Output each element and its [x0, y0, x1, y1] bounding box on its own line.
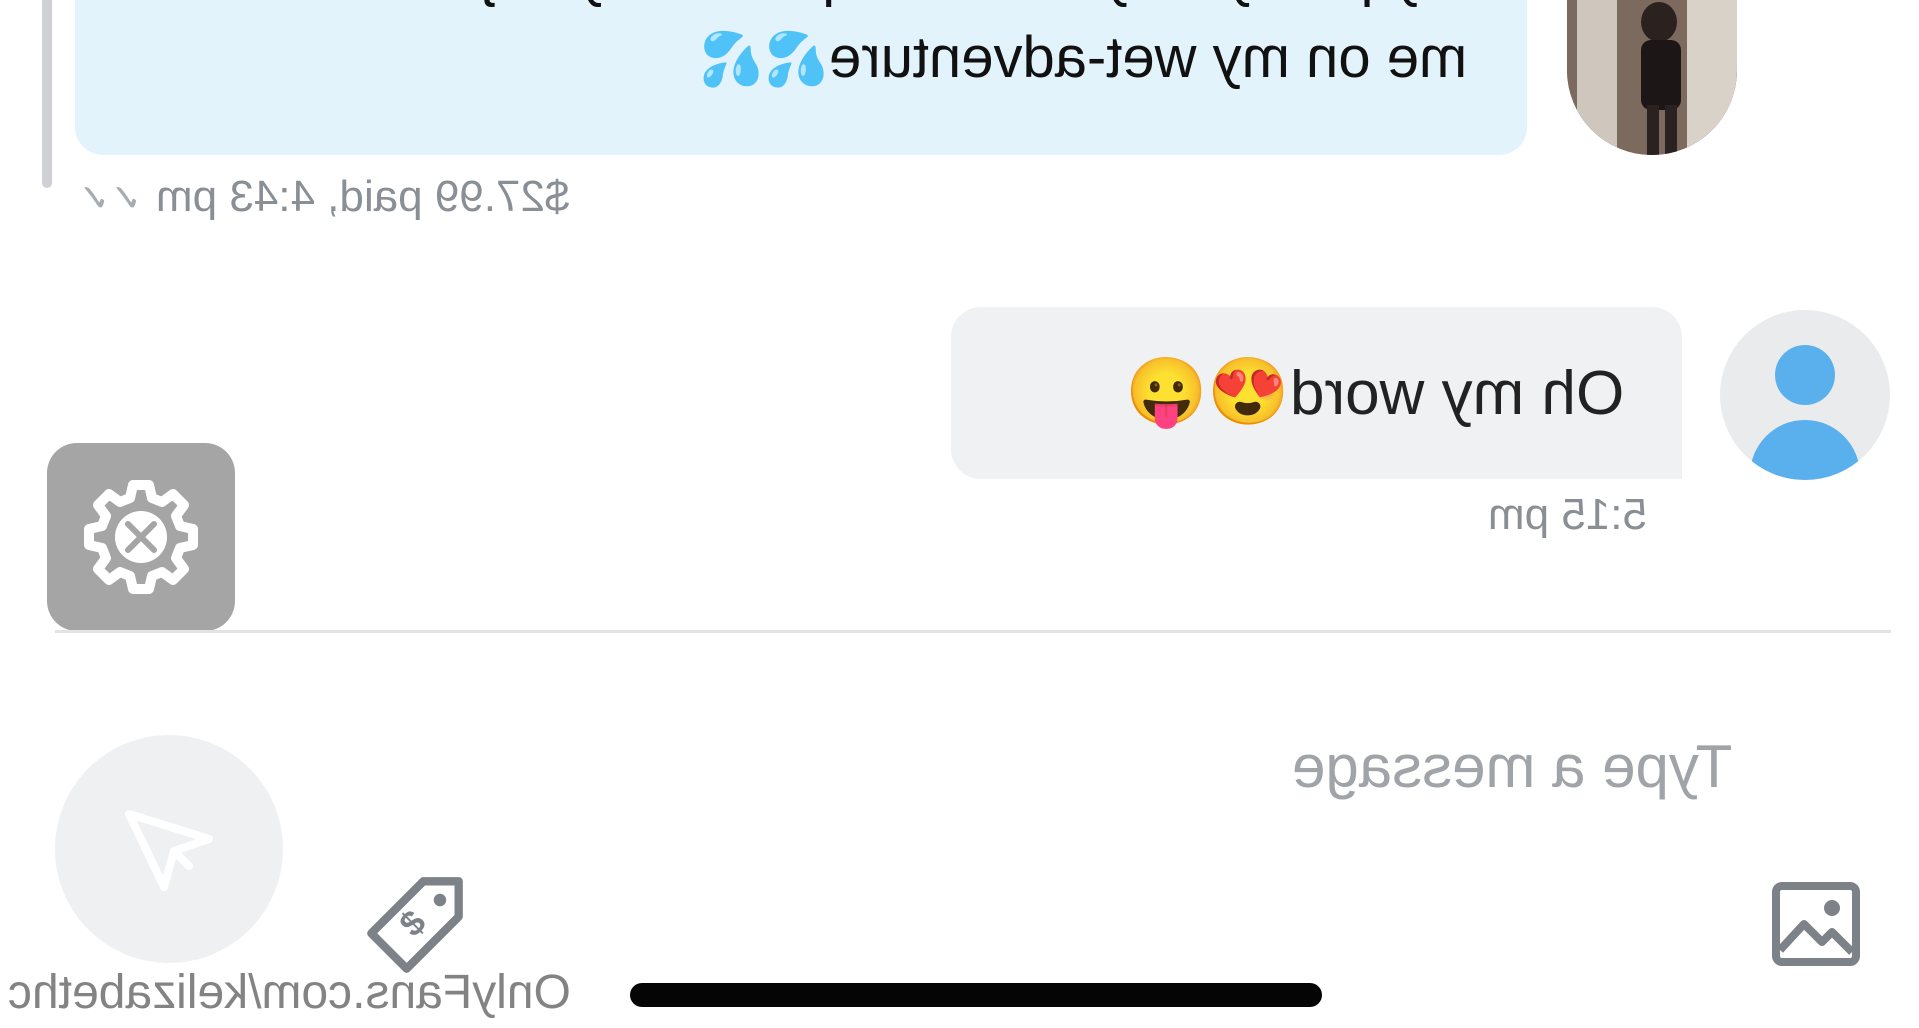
- paid-message-meta: ✓✓ $27.99 paid, 4:43 pm: [78, 172, 570, 221]
- image-icon: [1772, 882, 1860, 966]
- home-indicator[interactable]: [630, 983, 1322, 1007]
- paid-message-line-1: my pussy only lets one special boy to jo…: [403, 0, 1467, 9]
- add-media-button[interactable]: [1770, 878, 1862, 970]
- paid-message-bubble[interactable]: my pussy only lets one special boy to jo…: [75, 0, 1527, 155]
- avatar-body: [1750, 420, 1860, 480]
- composer-divider: [55, 630, 1891, 633]
- own-message-bubble[interactable]: 😍😛Oh my word: [951, 307, 1682, 479]
- avatar-head: [1775, 345, 1835, 405]
- price-tag-icon: $: [367, 877, 463, 973]
- own-message-time: 5:15 pm: [1488, 490, 1647, 539]
- emoji-group: 😍😛: [1125, 354, 1290, 428]
- settings-tools-icon: [84, 480, 198, 594]
- send-button[interactable]: [55, 735, 283, 963]
- message-input[interactable]: [1290, 725, 1874, 807]
- creator-avatar[interactable]: [1567, 0, 1737, 155]
- settings-button[interactable]: [47, 443, 235, 631]
- paid-message-line-2: 💦💦me on my wet-adventure: [699, 25, 1467, 90]
- watermark: OnlyFans.com/kelizabethc: [8, 966, 571, 1019]
- scrollbar[interactable]: [42, 0, 52, 188]
- send-icon: [125, 810, 213, 891]
- user-avatar[interactable]: [1720, 310, 1890, 480]
- own-message-text: 😍😛Oh my word: [1107, 353, 1624, 431]
- water-drops-emoji: 💦💦: [699, 31, 829, 89]
- double-check-icon: ✓✓: [78, 178, 142, 220]
- price-tag-button[interactable]: $: [360, 870, 470, 980]
